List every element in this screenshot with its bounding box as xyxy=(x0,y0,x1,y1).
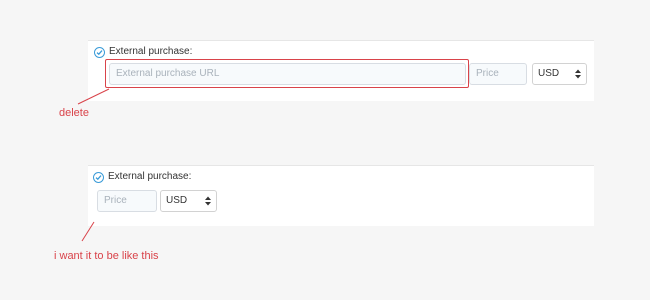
updown-arrows-icon xyxy=(575,69,581,79)
currency-select[interactable]: USD xyxy=(532,63,587,85)
desired-annotation: i want it to be like this xyxy=(54,250,159,262)
external-purchase-label: External purchase: xyxy=(109,46,193,57)
currency-select-value: USD xyxy=(166,195,188,206)
external-purchase-label: External purchase: xyxy=(108,171,192,182)
external-purchase-panel-desired: External purchase: Price USD xyxy=(88,165,594,226)
currency-select[interactable]: USD xyxy=(160,190,217,212)
delete-annotation: delete xyxy=(59,107,89,119)
delete-highlight-box xyxy=(105,59,469,88)
currency-select-value: USD xyxy=(538,68,560,79)
price-input[interactable]: Price xyxy=(97,190,157,212)
check-circle-icon[interactable] xyxy=(94,47,105,58)
price-input[interactable]: Price xyxy=(469,63,527,85)
updown-arrows-icon xyxy=(205,196,211,206)
check-circle-icon[interactable] xyxy=(93,172,104,183)
